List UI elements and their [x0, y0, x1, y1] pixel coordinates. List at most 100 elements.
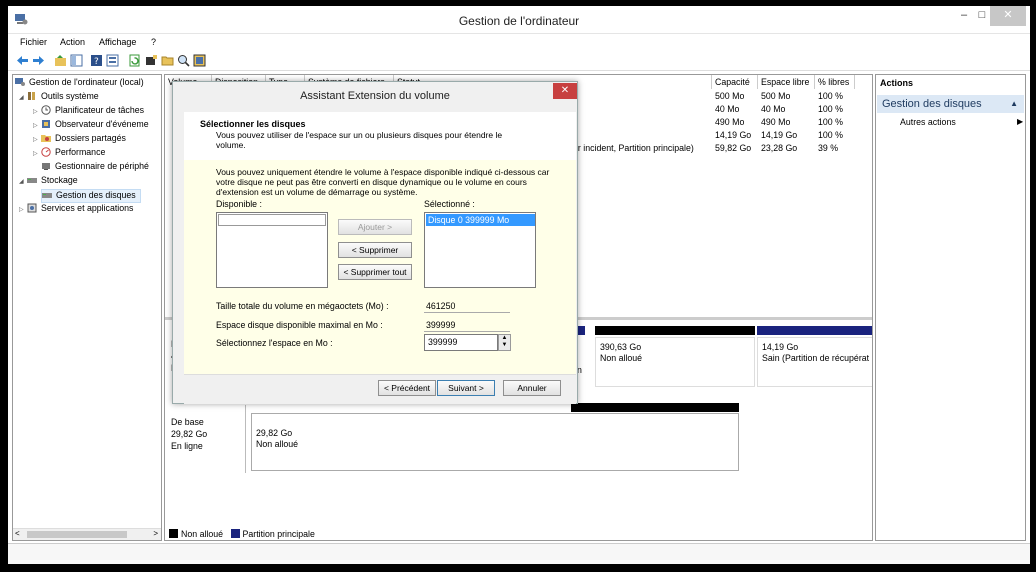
properties-icon[interactable] — [106, 54, 119, 67]
tree-item-label: Observateur d'événeme — [55, 119, 149, 129]
menu-help[interactable]: ? — [151, 37, 156, 47]
dialog-close-button[interactable]: ✕ — [553, 83, 577, 99]
available-listbox[interactable] — [216, 212, 328, 288]
svg-text:?: ? — [94, 57, 99, 67]
cell-status: ur incident, Partition principale) — [573, 143, 694, 153]
remove-button[interactable]: < Supprimer — [338, 242, 412, 258]
previous-button[interactable]: < Précédent — [378, 380, 436, 396]
close-button[interactable]: ✕ — [990, 6, 1026, 26]
refresh-icon[interactable] — [128, 54, 141, 67]
cell-pct: 100 % — [818, 104, 843, 114]
dialog-title: Assistant Extension du volume — [300, 90, 450, 102]
expand-arrow-icon[interactable]: ◢ — [19, 178, 27, 185]
partition-bar-primary — [577, 326, 585, 335]
scroll-right-icon[interactable]: > — [153, 529, 158, 538]
disk-management-icon — [42, 193, 52, 198]
partition-recovery[interactable]: 14,19 Go Sain (Partition de récupérat — [757, 337, 872, 387]
tree-item-services-applications[interactable]: ▷ Services et applications — [19, 203, 133, 217]
horizontal-scrollbar[interactable]: < > — [13, 528, 161, 540]
up-folder-icon[interactable] — [54, 54, 67, 67]
spinner-buttons[interactable]: ▲ ▼ — [498, 334, 511, 351]
tree-item-label: Outils système — [41, 91, 99, 101]
spin-up-icon[interactable]: ▲ — [499, 335, 510, 342]
cell-free: 500 Mo — [761, 91, 791, 101]
spin-down-icon[interactable]: ▼ — [499, 342, 510, 349]
collapsed-arrow-icon[interactable]: ▷ — [33, 150, 41, 157]
selected-disk-item[interactable]: Disque 0 399999 Mo — [426, 214, 535, 226]
partition-bar-primary — [757, 326, 872, 335]
remove-all-button[interactable]: < Supprimer tout — [338, 264, 412, 280]
disk1-type: De base — [171, 417, 204, 427]
dialog-subheading: Vous pouvez utiliser de l'espace sur un … — [216, 130, 503, 150]
total-size-label: Taille totale du volume en mégaoctets (M… — [216, 301, 389, 311]
tree-item-label: Gestion des disques — [56, 190, 136, 200]
collapse-up-icon[interactable]: ▲ — [1010, 95, 1018, 113]
menu-action[interactable]: Action — [60, 37, 85, 47]
tree-item-stockage[interactable]: ◢ Stockage — [19, 175, 78, 189]
open-folder-icon[interactable] — [161, 54, 174, 67]
available-empty-item[interactable] — [218, 214, 326, 226]
toolbar: ? — [8, 51, 1030, 71]
partition-state: Sain (Partition de récupérat — [762, 353, 870, 363]
partition-unallocated[interactable]: 390,63 Go Non alloué — [595, 337, 755, 387]
legend-swatch-unallocated — [169, 529, 178, 538]
show-hide-tree-icon[interactable] — [70, 54, 83, 67]
actions-more[interactable]: Autres actions — [900, 117, 956, 127]
tree-item-root[interactable]: Gestion de l'ordinateur (local) — [15, 77, 144, 91]
cell-free: 40 Mo — [761, 104, 786, 114]
back-icon[interactable] — [16, 54, 29, 67]
collapsed-arrow-icon[interactable]: ▷ — [33, 136, 41, 143]
maximize-button[interactable]: □ — [972, 6, 992, 26]
col-espace-libre[interactable]: Espace libre — [758, 75, 815, 89]
col-pct-libres[interactable]: % libres — [815, 75, 855, 89]
scroll-left-icon[interactable]: < — [15, 529, 20, 538]
collapsed-arrow-icon[interactable]: ▷ — [33, 108, 41, 115]
dialog-paragraph: Vous pouvez uniquement étendre le volume… — [216, 167, 550, 197]
tree-item-label: Gestionnaire de périphé — [55, 161, 149, 171]
partition-size: 14,19 Go — [762, 342, 799, 352]
cell-free: 490 Mo — [761, 117, 791, 127]
actions-group-disk-management[interactable]: Gestion des disques ▲ — [877, 95, 1024, 113]
shared-folder-icon — [41, 135, 51, 142]
menu-fichier[interactable]: Fichier — [20, 37, 47, 47]
total-size-value: 461250 — [426, 301, 456, 311]
help-icon[interactable]: ? — [90, 54, 103, 67]
collapsed-arrow-icon[interactable]: ▷ — [19, 206, 27, 213]
disk-settings-icon[interactable] — [193, 54, 206, 67]
scroll-thumb[interactable] — [27, 531, 127, 538]
menu-affichage[interactable]: Affichage — [99, 37, 136, 47]
available-label: Disponible : — [216, 199, 262, 209]
tree-item-observateur[interactable]: ▷ Observateur d'événeme — [33, 119, 149, 133]
computer-management-icon — [15, 78, 25, 86]
cell-free: 23,28 Go — [761, 143, 798, 153]
selected-label: Sélectionné : — [424, 199, 475, 209]
title-bar: Gestion de l'ordinateur – □ ✕ — [8, 6, 1030, 34]
partition-state: Non alloué — [256, 439, 299, 449]
cell-capacity: 490 Mo — [715, 117, 745, 127]
tree-item-label: Services et applications — [41, 203, 134, 213]
next-button[interactable]: Suivant > — [437, 380, 495, 396]
col-capacite[interactable]: Capacité — [712, 75, 758, 89]
submenu-arrow-icon[interactable]: ▶ — [1017, 117, 1023, 126]
select-space-label: Sélectionnez l'espace en Mo : — [216, 338, 333, 348]
collapsed-arrow-icon[interactable]: ▷ — [33, 122, 41, 129]
tree-item-gestionnaire-peripheriques[interactable]: Gestionnaire de périphé — [41, 161, 149, 175]
add-button[interactable]: Ajouter > — [338, 219, 412, 235]
actions-title: Actions — [880, 78, 914, 88]
search-icon[interactable] — [177, 54, 190, 67]
partition-bar-unallocated — [595, 326, 755, 335]
legend-unallocated: Non alloué — [181, 529, 224, 539]
expand-arrow-icon[interactable]: ◢ — [19, 94, 27, 101]
forward-icon[interactable] — [32, 54, 45, 67]
disk1-partition-unallocated[interactable]: 29,82 Go Non alloué — [251, 413, 739, 471]
space-mb-input[interactable]: 399999 — [424, 334, 498, 351]
connect-icon[interactable] — [145, 54, 158, 67]
tree-item-label: Stockage — [41, 175, 78, 185]
tree-item-gestion-disques[interactable]: Gestion des disques — [41, 189, 141, 203]
cancel-button[interactable]: Annuler — [503, 380, 561, 396]
tree-item-dossiers-partages[interactable]: ▷ Dossiers partagés — [33, 133, 126, 147]
tree-item-planificateur[interactable]: ▷ Planificateur de tâches — [33, 105, 144, 119]
tree-item-performance[interactable]: ▷ Performance — [33, 147, 105, 161]
tree-item-outils-systeme[interactable]: ◢ Outils système — [19, 91, 99, 105]
minimize-button[interactable]: – — [954, 6, 974, 26]
